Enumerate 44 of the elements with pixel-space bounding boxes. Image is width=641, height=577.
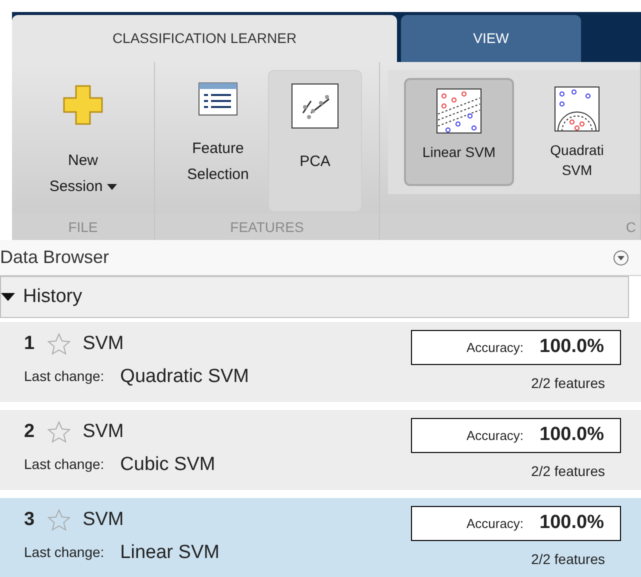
list-window-icon <box>198 82 238 116</box>
model-type: SVM <box>82 332 124 356</box>
change-value: Linear SVM <box>120 540 220 564</box>
accuracy-value: 100.0% <box>540 423 604 448</box>
history-header[interactable]: History <box>0 276 629 318</box>
section-label: FEATURES <box>155 214 379 240</box>
section-label: FILE <box>12 214 154 240</box>
change-label: Last change: <box>24 455 104 474</box>
panel-title: Data Browser <box>0 246 110 269</box>
change-label: Last change: <box>24 367 104 386</box>
model-row[interactable]: 2 SVM Last change: Cubic SVM Accuracy: 100.0% 2/2 features <box>0 410 641 490</box>
change-value: Quadratic SVM <box>120 364 249 388</box>
model-number: 3 <box>24 508 35 532</box>
toolbar-button[interactable]: PCA <box>268 70 362 212</box>
model-number: 1 <box>24 332 35 356</box>
toolbar-button[interactable]: Feature Selection <box>172 70 264 212</box>
feature-count: 2/2 features <box>531 550 606 569</box>
change-label: Last change: <box>24 543 104 562</box>
curved-boundary-icon <box>554 86 600 132</box>
dropdown-circle-icon[interactable] <box>613 250 629 266</box>
star-icon[interactable] <box>46 508 71 532</box>
accuracy-label: Accuracy: <box>466 426 524 445</box>
linear-boundary-icon <box>436 88 482 134</box>
feature-count: 2/2 features <box>531 374 606 393</box>
model-button[interactable]: Linear SVM <box>404 78 514 186</box>
star-icon[interactable] <box>46 420 71 444</box>
toolbar-button[interactable]: New Session <box>37 70 129 212</box>
accuracy-value: 100.0% <box>540 511 604 536</box>
model-row[interactable]: 3 SVM Last change: Linear SVM Accuracy: 100.0% 2/2 features <box>0 498 641 577</box>
feature-count: 2/2 features <box>531 462 606 481</box>
section-label: C <box>380 214 640 240</box>
accuracy-label: Accuracy: <box>466 514 524 533</box>
model-type: SVM <box>82 420 124 444</box>
scatter-plot-icon <box>291 83 339 129</box>
model-button[interactable]: Quadrati SVM <box>522 78 632 186</box>
accuracy-label: Accuracy: <box>466 338 524 357</box>
model-type: SVM <box>82 508 124 532</box>
model-row[interactable]: 1 SVM Last change: Quadratic SVM Accuracy: 100.0% 2/2 features <box>0 322 641 402</box>
star-icon[interactable] <box>46 332 71 356</box>
change-value: Cubic SVM <box>120 452 216 476</box>
model-number: 2 <box>24 420 35 444</box>
accuracy-value: 100.0% <box>540 335 604 360</box>
ribbon-tab[interactable]: VIEW <box>401 15 581 62</box>
ribbon-tab[interactable]: CLASSIFICATION LEARNER <box>12 15 397 62</box>
